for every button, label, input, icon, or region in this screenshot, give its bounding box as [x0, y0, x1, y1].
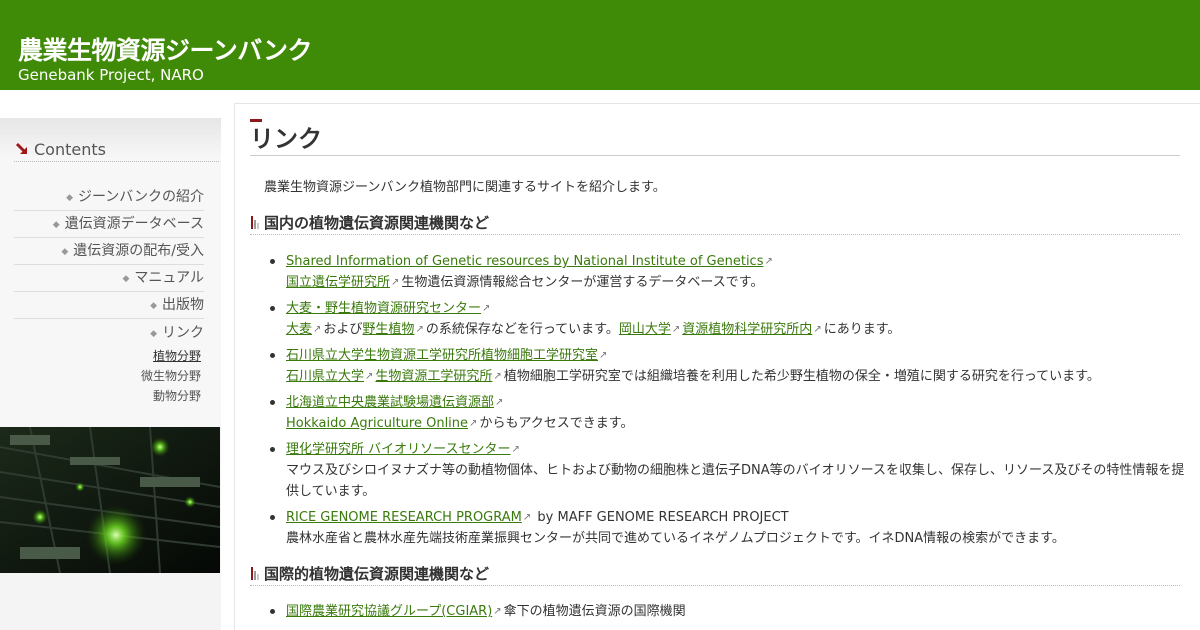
external-link-icon: ↗	[469, 418, 478, 429]
external-link-icon: ↗	[813, 324, 822, 335]
lab-equipment-photo	[0, 427, 220, 573]
title-accent-bar	[250, 119, 262, 122]
entry-description: 国立遺伝学研究所↗ 生物遺伝資源情報総合センターが運営するデータベースです。	[286, 272, 1186, 293]
entry-description: Hokkaido Agriculture Online↗ からもアクセスできます。	[286, 413, 1186, 434]
page-title: リンク	[250, 124, 1180, 156]
sub-item-animal[interactable]: 動物分野	[100, 386, 201, 406]
link-barley[interactable]: 大麦	[286, 322, 312, 337]
site-title[interactable]: 農業生物資源ジーンバンク	[18, 36, 313, 66]
nav-item-genebank-intro[interactable]: ◆ ジーンバンクの紹介	[14, 184, 204, 211]
arrow-down-right-icon	[15, 142, 28, 155]
external-link-icon: ↗	[495, 397, 504, 408]
link-ishikawa-plant-cell-lab[interactable]: 石川県立大学生物資源工学研究所植物細胞工学研究室	[286, 348, 598, 363]
external-link-icon: ↗	[313, 324, 322, 335]
link-rice-genome-program[interactable]: RICE GENOME RESEARCH PROGRAM	[286, 510, 522, 525]
list-item: Shared Information of Genetic resources …	[270, 251, 1186, 293]
section-heading-domestic: 国内の植物遺伝資源関連機関など	[250, 213, 1180, 235]
external-link-icon: ↗	[764, 256, 773, 267]
list-item: 石川県立大学生物資源工学研究所植物細胞工学研究室↗ 石川県立大学↗ 生物資源工学研…	[270, 345, 1186, 387]
entry-description: 石川県立大学↗ 生物資源工学研究所↗ 植物細胞工学研究室では組織培養を利用した希少野…	[286, 366, 1186, 387]
external-link-icon: ↗	[482, 303, 491, 314]
international-link-list: 国際農業研究協議グループ(CGIAR)↗ 傘下の植物遺伝資源の国際機関	[270, 601, 1186, 627]
contents-label: Contents	[34, 140, 106, 159]
main-content: リンク 農業生物資源ジーンバンク植物部門に関連するサイトを紹介します。 国内の植…	[234, 103, 1200, 630]
link-riken-brc[interactable]: 理化学研究所 バイオリソースセンター	[286, 442, 510, 457]
link-nig-shared-info[interactable]: Shared Information of Genetic resources …	[286, 254, 763, 269]
external-link-icon: ↗	[671, 324, 681, 335]
link-cgiar[interactable]: 国際農業研究協議グループ(CGIAR)	[286, 604, 492, 619]
link-rib-institute[interactable]: 資源植物科学研究所内	[682, 322, 812, 337]
link-ishikawa-univ[interactable]: 石川県立大学	[286, 369, 364, 384]
entry-description: 農林水産省と農林水産先端技術産業振興センターが共同で進めているイネゲノムプロジェ…	[286, 531, 1065, 546]
external-link-icon: ↗	[493, 606, 502, 617]
nav-item-distribution[interactable]: ◆ 遺伝資源の配布/受入	[14, 238, 204, 265]
external-link-icon: ↗	[391, 277, 400, 288]
sub-item-microbe[interactable]: 微生物分野	[100, 366, 201, 386]
sub-item-plant[interactable]: 植物分野	[100, 346, 201, 366]
site-header: 農業生物資源ジーンバンク Genebank Project, NARO	[0, 0, 1200, 90]
external-link-icon: ↗	[522, 512, 532, 523]
external-link-icon: ↗	[415, 324, 424, 335]
link-bioresource-institute[interactable]: 生物資源工学研究所	[375, 369, 492, 384]
link-hokkaido-agri-online[interactable]: Hokkaido Agriculture Online	[286, 416, 468, 431]
list-item: 理化学研究所 バイオリソースセンター↗ マウス及びシロイヌナズナ等の動植物個体、…	[270, 439, 1186, 502]
nav-item-publications[interactable]: ◆ 出版物	[14, 292, 204, 319]
nav-item-database[interactable]: ◆ 遺伝資源データベース	[14, 211, 204, 238]
entry-description: 大麦↗ および野生植物↗ の系統保存などを行っています。岡山大学↗ 資源植物科学研究所…	[286, 319, 1186, 340]
intro-text: 農業生物資源ジーンバンク植物部門に関連するサイトを紹介します。	[264, 180, 666, 195]
link-barley-wild-plant-center[interactable]: 大麦・野生植物資源研究センター	[286, 301, 481, 316]
section-heading-international: 国際的植物遺伝資源関連機関など	[250, 564, 1180, 586]
link-wild-plants[interactable]: 野生植物	[362, 322, 414, 337]
external-link-icon: ↗	[365, 371, 374, 382]
list-item: 北海道立中央農業試験場遺伝資源部↗ Hokkaido Agriculture O…	[270, 392, 1186, 434]
lab-photo-art	[0, 427, 220, 573]
list-item: 国際農業研究協議グループ(CGIAR)↗ 傘下の植物遺伝資源の国際機関	[270, 601, 1186, 622]
site-subtitle: Genebank Project, NARO	[18, 66, 204, 84]
external-link-icon: ↗	[493, 371, 502, 382]
list-item: 大麦・野生植物資源研究センター↗ 大麦↗ および野生植物↗ の系統保存などを行ってい…	[270, 298, 1186, 340]
contents-heading: Contents	[14, 140, 219, 162]
external-link-icon: ↗	[599, 350, 608, 361]
link-nig[interactable]: 国立遺伝学研究所	[286, 275, 390, 290]
link-okayama-univ[interactable]: 岡山大学	[619, 322, 671, 337]
section-marker-icon	[251, 216, 259, 229]
entry-description: マウス及びシロイヌナズナ等の動植物個体、ヒトおよび動物の細胞株と遺伝子DNA等の…	[286, 463, 1185, 499]
section-marker-icon	[251, 567, 259, 580]
sidebar: Contents ◆ ジーンバンクの紹介 ◆ 遺伝資源データベース ◆ 遺伝資源の配布…	[0, 118, 221, 630]
nav-item-links[interactable]: ◆ リンク	[14, 320, 204, 347]
link-hokkaido-genetic-resources[interactable]: 北海道立中央農業試験場遺伝資源部	[286, 395, 494, 410]
external-link-icon: ↗	[511, 444, 520, 455]
nav-item-manual[interactable]: ◆ マニュアル	[14, 265, 204, 292]
domestic-link-list: Shared Information of Genetic resources …	[270, 251, 1186, 554]
list-item: RICE GENOME RESEARCH PROGRAM↗ by MAFF GE…	[270, 507, 1186, 549]
